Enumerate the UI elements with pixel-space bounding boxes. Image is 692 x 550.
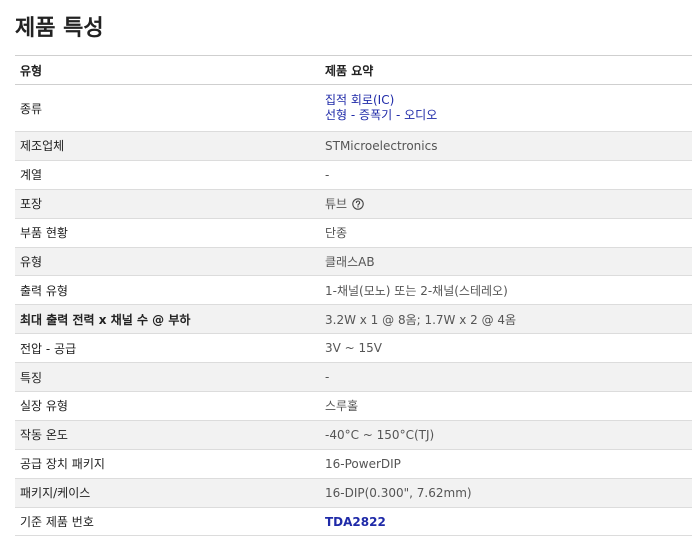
row-label: 포장	[15, 188, 320, 219]
row-label: 부품 현황	[15, 217, 320, 248]
table-row-part-status: 부품 현황 단종	[15, 217, 692, 248]
row-value: -40°C ~ 150°C(TJ)	[320, 419, 692, 450]
column-header-type: 유형	[15, 55, 320, 85]
page-title: 제품 특성	[15, 16, 104, 41]
row-label: 특징	[15, 362, 320, 392]
row-value: 1-채널(모노) 또는 2-채널(스테레오)	[320, 275, 692, 305]
table-row-output-type: 출력 유형 1-채널(모노) 또는 2-채널(스테레오)	[15, 275, 692, 305]
row-label: 계열	[15, 159, 320, 190]
category-link-ic[interactable]: 집적 회로(IC)	[325, 93, 692, 108]
table-row-base-product-number: 기준 제품 번호 TDA2822	[15, 506, 692, 537]
row-value: STMicroelectronics	[320, 131, 692, 161]
category-link-audio-amplifier[interactable]: 선형 - 증폭기 - 오디오	[325, 108, 692, 123]
table-row-features: 특징 -	[15, 362, 692, 392]
product-attributes-table: 유형 제품 요약 종류 집적 회로(IC) 선형 - 증폭기 - 오디오 제조업…	[15, 55, 692, 537]
row-value: -	[320, 362, 692, 392]
row-label: 기준 제품 번호	[15, 506, 320, 537]
column-header-summary: 제품 요약	[320, 55, 692, 85]
row-value: 16-PowerDIP	[320, 448, 692, 479]
row-label: 전압 - 공급	[15, 333, 320, 363]
table-row-type: 유형 클래스AB	[15, 246, 692, 276]
row-label: 공급 장치 패키지	[15, 448, 320, 479]
row-label: 유형	[15, 246, 320, 276]
table-header-row: 유형 제품 요약	[15, 55, 692, 85]
row-label: 최대 출력 전력 x 채널 수 @ 부하	[15, 304, 320, 334]
row-label: 출력 유형	[15, 275, 320, 305]
row-value: -	[320, 159, 692, 190]
row-value: 클래스AB	[320, 246, 692, 276]
table-row-package-case: 패키지/케이스 16-DIP(0.300", 7.62mm)	[15, 477, 692, 508]
row-label: 실장 유형	[15, 391, 320, 421]
row-value: 3V ~ 15V	[320, 333, 692, 363]
table-row-max-output-power: 최대 출력 전력 x 채널 수 @ 부하 3.2W x 1 @ 8옴; 1.7W…	[15, 304, 692, 334]
row-value: 단종	[320, 217, 692, 248]
table-row-packaging: 포장 튜브	[15, 188, 692, 219]
table-row-supply-voltage: 전압 - 공급 3V ~ 15V	[15, 333, 692, 363]
row-label: 종류	[15, 84, 320, 132]
row-value: 튜브	[325, 197, 348, 212]
table-row-mounting-type: 실장 유형 스루홀	[15, 391, 692, 421]
table-row-manufacturer: 제조업체 STMicroelectronics	[15, 131, 692, 161]
table-row-series: 계열 -	[15, 159, 692, 190]
table-row-category: 종류 집적 회로(IC) 선형 - 증폭기 - 오디오	[15, 84, 692, 132]
base-product-link[interactable]: TDA2822	[325, 515, 386, 529]
table-row-operating-temperature: 작동 온도 -40°C ~ 150°C(TJ)	[15, 419, 692, 450]
question-circle-icon[interactable]	[352, 198, 364, 210]
row-label: 제조업체	[15, 131, 320, 161]
row-label: 패키지/케이스	[15, 477, 320, 508]
row-value: 16-DIP(0.300", 7.62mm)	[320, 477, 692, 508]
row-label: 작동 온도	[15, 419, 320, 450]
table-row-supplier-package: 공급 장치 패키지 16-PowerDIP	[15, 448, 692, 479]
row-value: 3.2W x 1 @ 8옴; 1.7W x 2 @ 4옴	[320, 304, 692, 334]
row-value: 스루홀	[320, 391, 692, 421]
